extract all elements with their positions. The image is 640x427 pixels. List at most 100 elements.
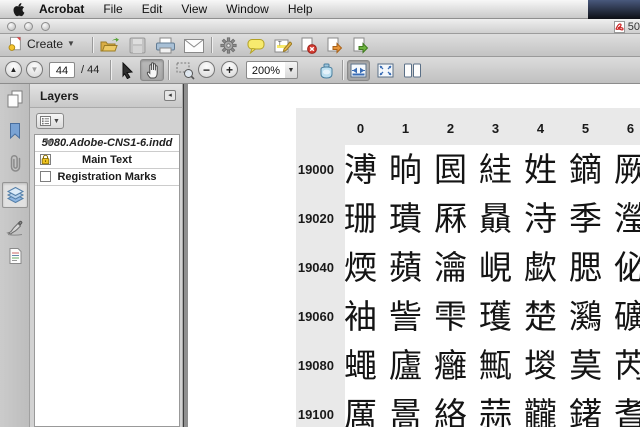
apple-menu-icon[interactable] <box>12 2 25 17</box>
minus-icon: − <box>203 64 210 76</box>
window-content: Layers ◂ ▼ 5080.Adobe-CNS1-6.indd Main T… <box>0 84 640 427</box>
column-header: 5 <box>563 116 608 142</box>
toolbar-separator <box>110 60 111 80</box>
print-button[interactable] <box>153 36 177 55</box>
toolbar-separator <box>168 60 169 80</box>
page-thumbnails-icon <box>6 90 24 109</box>
cid-glyph: 廬 <box>383 342 428 390</box>
pdf-file-icon <box>614 21 625 33</box>
two-page-view-button[interactable] <box>400 60 425 81</box>
cid-glyph: 茣 <box>563 342 608 390</box>
page-total-label: / 44 <box>81 57 99 84</box>
minimize-button[interactable] <box>24 22 33 31</box>
export-button[interactable] <box>349 36 372 55</box>
highlight-markup-button[interactable]: T <box>271 36 294 55</box>
column-header: 0 <box>338 116 383 142</box>
layers-panel-button[interactable] <box>2 182 28 208</box>
zoom-dropdown-button[interactable]: ▼ <box>285 61 298 79</box>
close-button[interactable] <box>7 22 16 31</box>
lock-icon <box>41 154 50 165</box>
two-page-icon <box>403 63 422 78</box>
cid-glyph: 耆 <box>608 391 640 427</box>
fit-width-button[interactable] <box>347 60 370 81</box>
window-title-bar[interactable]: 50 <box>0 19 640 34</box>
layers-panel-header: Layers ◂ <box>30 84 182 108</box>
cid-glyph: 甒 <box>473 342 518 390</box>
create-button[interactable]: Create ▼ <box>0 34 82 53</box>
menu-item-file[interactable]: File <box>103 2 122 16</box>
extract-pages-button[interactable] <box>323 36 346 55</box>
create-pdf-icon <box>7 36 23 52</box>
cid-glyph: 蠅 <box>338 342 383 390</box>
cid-glyph: 礦 <box>608 293 640 341</box>
navigation-toolbar: ▲ ▼ 44 / 44 − + 200% ▼ <box>0 57 640 84</box>
next-page-button[interactable]: ▼ <box>26 61 43 78</box>
down-arrow-icon: ▼ <box>31 66 39 74</box>
comment-button[interactable] <box>244 36 267 55</box>
save-file-button[interactable] <box>126 36 148 55</box>
menu-item-view[interactable]: View <box>181 2 207 16</box>
layer-row[interactable]: Main Text <box>35 152 179 169</box>
ink-bottle-button[interactable] <box>314 60 338 81</box>
signature-pen-icon <box>6 219 24 236</box>
content-page-icon <box>8 247 23 265</box>
row-label: 19060 <box>288 293 340 341</box>
chevron-down-icon: ▼ <box>53 118 60 125</box>
panel-collapse-button[interactable]: ◂ <box>164 90 176 101</box>
delete-pages-button[interactable] <box>297 36 320 55</box>
create-button-label: Create <box>27 37 63 51</box>
zoom-out-button[interactable]: − <box>198 61 215 78</box>
content-panel-button[interactable] <box>2 243 28 269</box>
zoom-level-input[interactable]: 200% <box>246 61 286 79</box>
layer-options-button[interactable]: ▼ <box>36 113 64 129</box>
tools-button[interactable] <box>217 36 240 55</box>
cid-glyph: 珊 <box>338 195 383 243</box>
cid-glyph: 厥 <box>608 146 640 194</box>
attachments-panel-button[interactable] <box>2 150 28 176</box>
cid-glyph: 腮 <box>563 244 608 292</box>
tree-expand-icon[interactable] <box>45 140 53 146</box>
toolbar-separator <box>342 60 343 80</box>
cid-glyph: 芮 <box>608 342 640 390</box>
navigation-pane-strip <box>0 84 30 427</box>
options-list-icon <box>40 116 51 126</box>
cid-glyph: 堫 <box>518 342 563 390</box>
cid-glyph: 季 <box>563 195 608 243</box>
column-header: 3 <box>473 116 518 142</box>
highlighter-icon: T <box>274 38 292 54</box>
fit-width-icon <box>350 63 367 78</box>
marquee-zoom-button[interactable] <box>173 60 197 81</box>
cid-glyph: 佖 <box>608 244 640 292</box>
cid-glyph: 雫 <box>428 293 473 341</box>
column-header: 2 <box>428 116 473 142</box>
cid-glyph: 瀅 <box>608 195 640 243</box>
layers-panel-title: Layers <box>40 89 79 103</box>
up-arrow-icon: ▲ <box>10 66 18 74</box>
cid-glyph: 訾 <box>383 293 428 341</box>
menu-item-help[interactable]: Help <box>288 2 313 16</box>
layer-tree-root[interactable]: 5080.Adobe-CNS1-6.indd <box>35 135 179 152</box>
layer-lock-checkbox[interactable] <box>40 154 51 165</box>
hand-tool-button[interactable] <box>140 59 164 81</box>
hand-tool-icon <box>144 61 161 79</box>
menu-item-edit[interactable]: Edit <box>142 2 163 16</box>
open-file-button[interactable] <box>97 36 121 55</box>
cid-glyph: 絡 <box>428 391 473 427</box>
select-tool-button[interactable] <box>116 60 138 81</box>
select-cursor-icon <box>120 62 134 79</box>
bookmarks-panel-button[interactable] <box>2 118 28 144</box>
page-number-input[interactable]: 44 <box>49 62 75 78</box>
layer-row[interactable]: Registration Marks <box>35 169 179 186</box>
signatures-panel-button[interactable] <box>2 214 28 240</box>
zoom-window-button[interactable] <box>41 22 50 31</box>
layer-visibility-checkbox[interactable] <box>40 171 51 182</box>
previous-page-button[interactable]: ▲ <box>5 61 22 78</box>
menu-item-window[interactable]: Window <box>226 2 269 16</box>
row-label: 19080 <box>288 342 340 390</box>
menu-item-acrobat[interactable]: Acrobat <box>39 2 84 16</box>
page-thumbnails-panel-button[interactable] <box>2 86 28 112</box>
email-button[interactable] <box>181 36 206 55</box>
cid-glyph: 龖 <box>518 391 563 427</box>
fit-page-button[interactable] <box>374 60 397 81</box>
zoom-in-button[interactable]: + <box>221 61 238 78</box>
